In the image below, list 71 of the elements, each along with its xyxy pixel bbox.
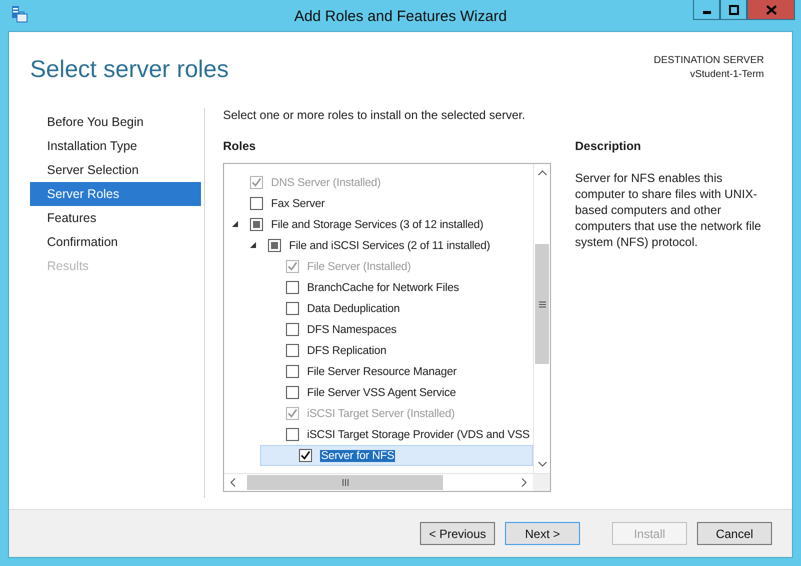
- maximize-icon: [728, 4, 738, 14]
- role-label: File and iSCSI Services (2 of 11 installed): [289, 240, 490, 252]
- destination-server: vStudent-1-Term: [690, 68, 764, 82]
- expand-icon[interactable]: [250, 242, 257, 249]
- close-icon: [766, 4, 776, 14]
- checkbox[interactable]: [286, 365, 299, 378]
- checkbox[interactable]: [286, 386, 299, 399]
- checkbox[interactable]: [250, 218, 263, 231]
- horizontal-scrollbar[interactable]: [224, 473, 550, 491]
- description-text: Server for NFS enables this computer to share files with UNIX-based computers and other computers that use the network file system (NFS) protocol.: [575, 170, 762, 250]
- wizard-step[interactable]: Installation Type: [30, 134, 201, 158]
- scrollbar-corner: [533, 474, 550, 491]
- role-row[interactable]: File Server Resource Manager: [224, 361, 533, 382]
- role-label: File Server VSS Agent Service: [307, 386, 456, 398]
- wizard-step[interactable]: Server Roles: [30, 182, 201, 206]
- scroll-up-icon[interactable]: [538, 170, 546, 176]
- description-heading: Description: [575, 139, 642, 153]
- server-icon: [10, 5, 28, 23]
- maximize-button[interactable]: [720, 0, 747, 20]
- minimize-button[interactable]: [693, 0, 720, 20]
- role-label: DFS Replication: [307, 344, 386, 356]
- wizard-button[interactable]: < Previous: [420, 522, 495, 545]
- scroll-right-icon[interactable]: [521, 478, 527, 487]
- checkbox[interactable]: [286, 281, 299, 294]
- checkbox[interactable]: [250, 197, 263, 210]
- role-label: File and Storage Services (3 of 12 installed): [271, 218, 484, 230]
- role-row[interactable]: iSCSI Target Storage Provider (VDS and VSS: [224, 424, 533, 445]
- checkbox[interactable]: [286, 302, 299, 315]
- role-label: DNS Server (Installed): [271, 176, 381, 188]
- expand-icon[interactable]: [232, 221, 239, 228]
- grip-icon[interactable]: [538, 300, 546, 308]
- role-row[interactable]: DFS Namespaces: [224, 319, 533, 340]
- checkbox[interactable]: [286, 428, 299, 441]
- wizard-step[interactable]: Confirmation: [30, 230, 201, 254]
- role-label: iSCSI Target Storage Provider (VDS and VSS: [307, 428, 530, 440]
- window-title: Add Roles and Features Wizard: [294, 7, 507, 25]
- role-label: Fax Server: [271, 198, 325, 210]
- role-row[interactable]: File and Storage Services (3 of 12 installed): [224, 214, 533, 235]
- minimize-icon: [702, 11, 710, 14]
- role-label: File Server (Installed): [307, 260, 411, 272]
- destination-label: DESTINATION SERVER: [654, 54, 764, 68]
- scroll-left-icon[interactable]: [230, 478, 236, 487]
- role-label: File Server Resource Manager: [307, 366, 457, 378]
- role-label: iSCSI Target Server (Installed): [307, 408, 455, 420]
- scroll-down-icon[interactable]: [538, 461, 546, 467]
- grip-icon[interactable]: [342, 479, 348, 486]
- role-label: BranchCache for Network Files: [307, 282, 459, 294]
- roles-heading: Roles: [223, 139, 257, 153]
- role-row[interactable]: BranchCache for Network Files: [224, 277, 533, 298]
- page-title: Select server roles: [30, 56, 229, 84]
- role-row[interactable]: File Server VSS Agent Service: [224, 382, 533, 403]
- wizard-button[interactable]: Next >: [505, 522, 580, 545]
- role-row[interactable]: Server for NFS: [260, 445, 533, 466]
- wizard-step[interactable]: Server Selection: [30, 158, 201, 182]
- role-label: Data Deduplication: [307, 302, 400, 314]
- role-row[interactable]: Data Deduplication: [224, 298, 533, 319]
- wizard-button[interactable]: Cancel: [697, 522, 772, 545]
- role-label: Server for NFS: [320, 450, 396, 462]
- wizard-step[interactable]: Features: [30, 206, 201, 230]
- wizard-step[interactable]: Before You Begin: [30, 110, 201, 134]
- instruction-text: Select one or more roles to install on the selected server.: [223, 108, 526, 122]
- vertical-scrollbar[interactable]: [533, 164, 550, 473]
- role-label: DFS Namespaces: [307, 324, 397, 336]
- checkbox[interactable]: [268, 239, 281, 252]
- close-button[interactable]: [747, 0, 795, 20]
- checkbox[interactable]: [286, 344, 299, 357]
- role-row[interactable]: DFS Replication: [224, 340, 533, 361]
- role-row[interactable]: Fax Server: [224, 193, 533, 214]
- checkbox[interactable]: [299, 449, 312, 462]
- checkbox[interactable]: [286, 323, 299, 336]
- role-row[interactable]: File and iSCSI Services (2 of 11 installed): [224, 235, 533, 256]
